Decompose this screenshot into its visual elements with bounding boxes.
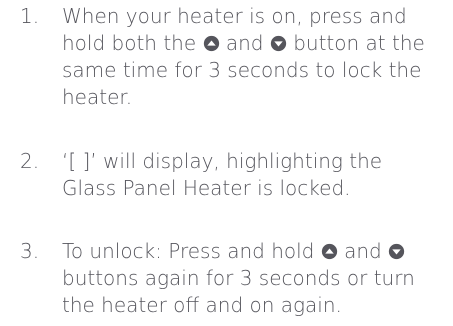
text-run: buttons again for 3 seconds or turn — [62, 266, 415, 290]
step-line: When your heater is on, press and — [62, 3, 442, 30]
step-number: 3. — [20, 239, 40, 263]
step-line: Glass Panel Heater is locked. — [62, 175, 442, 202]
step-number: 1. — [20, 4, 40, 28]
text-run: To unlock: Press and hold — [62, 239, 321, 263]
text-run: Glass Panel Heater is locked. — [62, 176, 351, 200]
step-text: To unlock: Press and hold and buttons ag… — [62, 238, 442, 319]
step-number: 2. — [20, 149, 40, 173]
up-arrow-circle-icon — [203, 35, 220, 52]
down-arrow-circle-icon — [388, 243, 405, 260]
text-run: heater. — [62, 85, 133, 109]
text-run: button at the — [286, 31, 425, 55]
text-run: hold both the — [62, 31, 203, 55]
step-line: the heater off and on again. — [62, 292, 442, 319]
text-run: When your heater is on, press and — [62, 4, 407, 28]
step-text: ‘[ ]’ will display, highlighting the Gla… — [62, 148, 442, 202]
step-line: heater. — [62, 84, 442, 111]
step-line: buttons again for 3 seconds or turn — [62, 265, 442, 292]
step-line: ‘[ ]’ will display, highlighting the — [62, 148, 442, 175]
instruction-steps: 1. When your heater is on, press and hol… — [0, 0, 453, 326]
text-run: and — [337, 239, 389, 263]
text-run: and — [219, 31, 270, 55]
text-run: ‘[ ]’ will display, highlighting the — [62, 149, 383, 173]
step-line: To unlock: Press and hold and — [62, 238, 442, 265]
up-arrow-circle-icon — [321, 243, 338, 260]
down-arrow-circle-icon — [270, 35, 287, 52]
step-text: When your heater is on, press and hold b… — [62, 3, 442, 111]
step-line: same time for 3 seconds to lock the — [62, 57, 442, 84]
step-line: hold both the and button at the — [62, 30, 442, 57]
text-run: same time for 3 seconds to lock the — [62, 58, 422, 82]
text-run: the heater off and on again. — [62, 293, 342, 317]
